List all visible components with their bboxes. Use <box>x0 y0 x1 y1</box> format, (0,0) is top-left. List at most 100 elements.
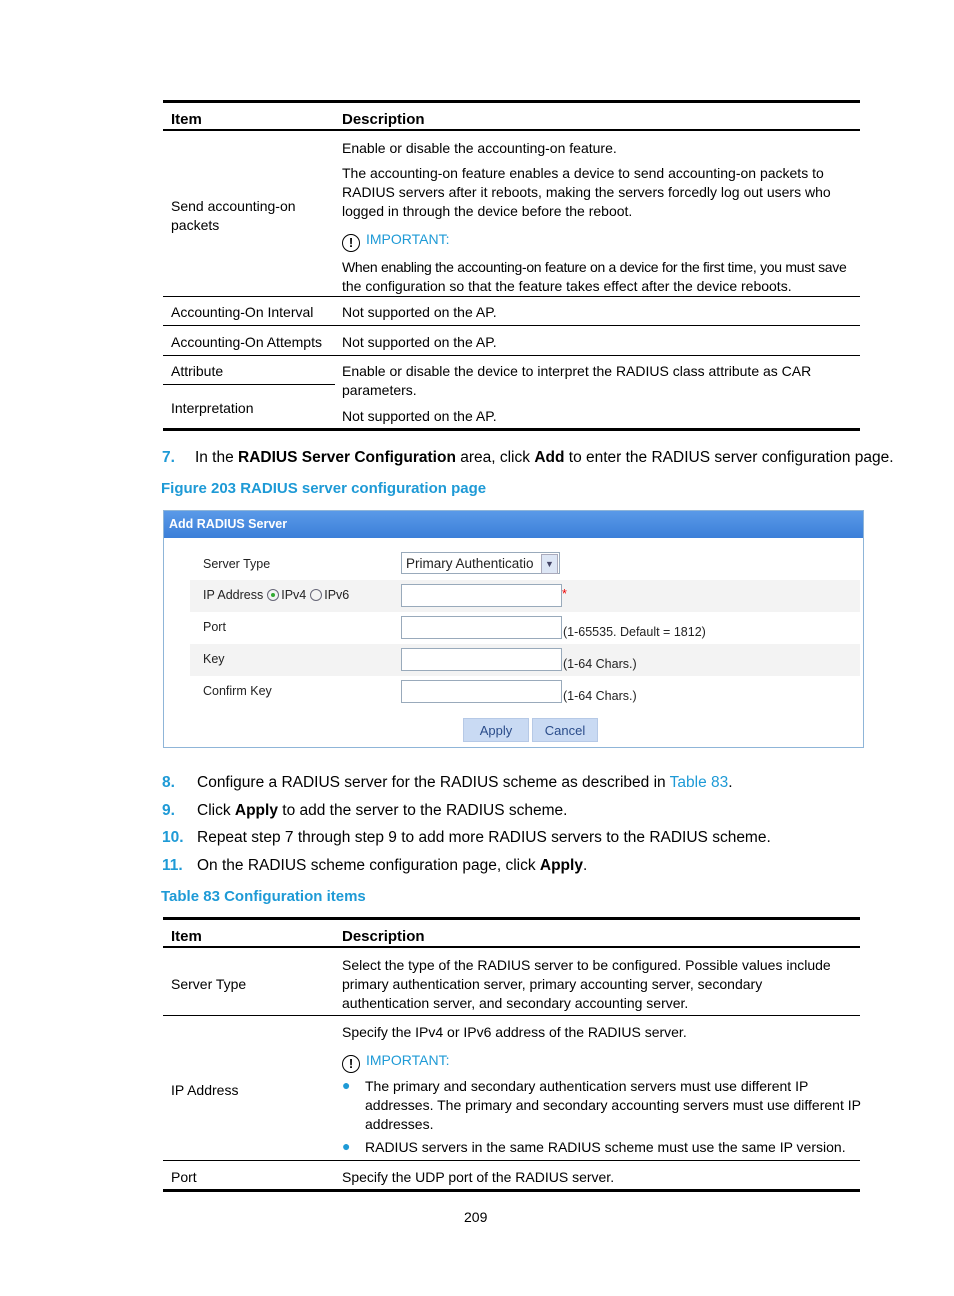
confirm-key-input[interactable] <box>401 680 562 703</box>
table-cell: Server Type <box>171 976 247 992</box>
port-label: Port <box>203 620 226 634</box>
table-top-rule <box>163 917 860 920</box>
table-cell: Not supported on the AP. <box>342 408 497 424</box>
important-note: ! IMPORTANT: <box>342 1052 450 1073</box>
step-number: 9. <box>162 802 175 819</box>
step-text: . <box>728 774 733 791</box>
step-text: Click <box>197 802 235 819</box>
table-header-description: Description <box>342 928 425 945</box>
port-row: Port (1-65535. Default = 1812) <box>190 612 860 644</box>
table-header-item: Item <box>171 111 202 128</box>
step-11: 11. On the RADIUS scheme configuration pa… <box>162 857 587 875</box>
step-text: Repeat step 7 through step 9 to add more… <box>197 829 771 846</box>
step-bold: Add <box>534 449 565 466</box>
table-cell: Send accounting-on <box>171 198 296 214</box>
confirm-key-row: Confirm Key (1-64 Chars.) <box>190 676 860 708</box>
key-input[interactable] <box>401 648 562 671</box>
table-bottom-rule <box>163 1189 860 1192</box>
table-top-rule <box>163 100 860 103</box>
port-hint: (1-65535. Default = 1812) <box>563 625 706 639</box>
table-cell: RADIUS servers in the same RADIUS scheme… <box>365 1139 846 1155</box>
ip-address-row: IP Address IPv4 IPv6 * <box>190 580 860 612</box>
row-rule <box>163 1015 860 1016</box>
table-cell: Attribute <box>171 363 224 379</box>
table-cell: IP Address <box>171 1082 239 1098</box>
row-rule <box>163 355 860 356</box>
exclamation-circle-icon: ! <box>342 1055 360 1073</box>
step-7: 7. In the RADIUS Server Configuration are… <box>162 449 894 467</box>
server-type-select[interactable]: Primary Authenticatio ▼ <box>401 552 560 574</box>
server-type-row: Server Type Primary Authenticatio ▼ <box>190 549 860 581</box>
table-cell: Interpretation <box>171 400 254 416</box>
table-cell: Specify the UDP port of the RADIUS serve… <box>342 1169 615 1185</box>
table-cell: the configuration so that the feature ta… <box>342 278 792 294</box>
key-label: Key <box>203 652 225 666</box>
table-cell: The primary and secondary authentication… <box>365 1078 809 1094</box>
table-cell: Port <box>171 1169 197 1185</box>
table-cell: The accounting-on feature enables a devi… <box>342 165 824 181</box>
step-8: 8. Configure a RADIUS server for the RADI… <box>162 774 733 792</box>
header-rule <box>163 946 860 948</box>
table-cell: Accounting-On Attempts <box>171 334 322 350</box>
step-number: 7. <box>162 449 175 466</box>
step-text: In the <box>194 449 239 466</box>
step-text: to enter the RADIUS server configuration… <box>564 449 894 466</box>
row-rule <box>163 325 860 326</box>
key-hint: (1-64 Chars.) <box>563 657 637 671</box>
table-cell: parameters. <box>342 382 417 398</box>
table-cell: Not supported on the AP. <box>342 304 497 320</box>
ipv4-radio[interactable] <box>267 589 280 601</box>
table-cell: logged in through the device before the … <box>342 203 633 219</box>
bullet-icon: ● <box>342 1138 351 1154</box>
ip-label-text: IP Address <box>203 588 264 602</box>
apply-button[interactable]: Apply <box>463 718 529 742</box>
important-label: IMPORTANT: <box>366 231 450 247</box>
dialog-title: Add RADIUS Server <box>164 511 863 538</box>
ipv6-label: IPv6 <box>324 588 350 602</box>
bullet-icon: ● <box>342 1077 351 1093</box>
page-number: 209 <box>464 1209 488 1225</box>
step-number: 11. <box>162 857 183 874</box>
table-cell: addresses. <box>365 1116 434 1132</box>
document-page: Item Description Send accounting-on pack… <box>0 0 954 1296</box>
table-cell: authentication server, and secondary acc… <box>342 995 689 1011</box>
table-bottom-rule <box>163 428 860 431</box>
step-number: 10. <box>162 829 184 846</box>
table-cell: Accounting-On Interval <box>171 304 314 320</box>
table-83-link[interactable]: Table 83 <box>670 774 729 791</box>
table-header-item: Item <box>171 928 202 945</box>
confirm-key-hint: (1-64 Chars.) <box>563 689 637 703</box>
table-cell: Not supported on the AP. <box>342 334 497 350</box>
row-rule <box>163 296 860 297</box>
table-cell: packets <box>171 217 220 233</box>
ipv6-radio[interactable] <box>310 589 323 601</box>
row-rule <box>163 1160 860 1161</box>
step-bold: RADIUS Server Configuration <box>238 449 456 466</box>
step-9: 9. Click Apply to add the server to the R… <box>162 802 567 820</box>
ip-address-input[interactable] <box>401 584 562 607</box>
step-number: 8. <box>162 774 175 791</box>
table-cell: Select the type of the RADIUS server to … <box>342 957 831 973</box>
add-radius-server-dialog: Add RADIUS Server Server Type Primary Au… <box>163 510 864 748</box>
table-cell: Enable or disable the device to interpre… <box>342 363 812 379</box>
table-cell: RADIUS servers after it reboots, making … <box>342 184 831 200</box>
table-header-description: Description <box>342 111 425 128</box>
step-bold: Apply <box>539 857 583 874</box>
step-text: Configure a RADIUS server for the RADIUS… <box>197 774 670 791</box>
step-bold: Apply <box>234 802 278 819</box>
important-label: IMPORTANT: <box>366 1052 450 1068</box>
cancel-button[interactable]: Cancel <box>532 718 598 742</box>
step-text: . <box>582 857 588 874</box>
header-rule <box>163 129 860 131</box>
step-text: On the RADIUS scheme configuration page,… <box>197 857 540 874</box>
confirm-key-label: Confirm Key <box>203 684 272 698</box>
exclamation-circle-icon: ! <box>342 234 360 252</box>
table-cell: Enable or disable the accounting-on feat… <box>342 140 617 156</box>
ipv4-label: IPv4 <box>281 588 307 602</box>
step-text: area, click <box>455 449 535 466</box>
table-cell: primary authentication server, primary a… <box>342 976 763 992</box>
port-input[interactable] <box>401 616 562 639</box>
server-type-label: Server Type <box>203 557 271 571</box>
ip-address-label: IP Address IPv4 IPv6 <box>203 588 349 602</box>
table-cell: Specify the IPv4 or IPv6 address of the … <box>342 1024 687 1040</box>
